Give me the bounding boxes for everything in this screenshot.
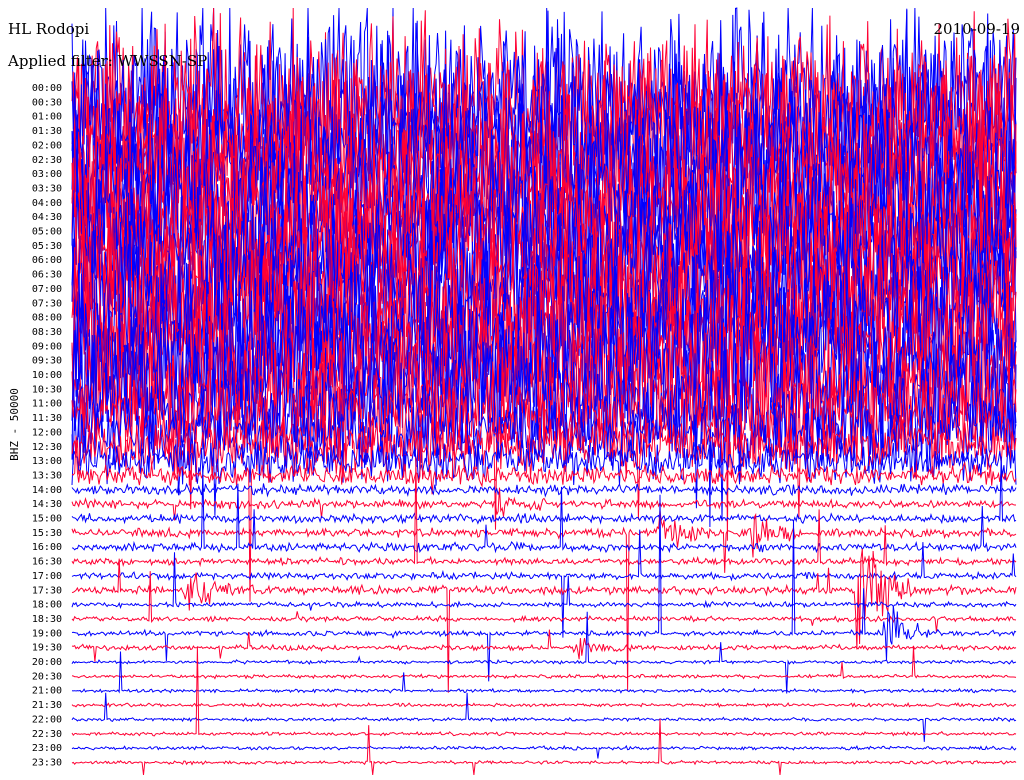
time-tick-labels: 00:00 00:30 01:00 01:30 02:00 02:30 03:00 03:30… [32,83,62,768]
time-tick-label: 18:30 [32,614,62,625]
time-tick-label: 08:30 [32,327,62,338]
time-tick-label: 00:30 [32,97,62,108]
time-tick-label: 22:30 [32,729,62,740]
time-tick-label: 18:00 [32,600,62,611]
time-tick-label: 23:30 [32,757,62,768]
time-tick-label: 10:30 [32,384,62,395]
time-tick-label: 20:30 [32,671,62,682]
date-label: 2010-09-19 [933,20,1020,38]
time-tick-label: 08:00 [32,313,62,324]
time-tick-label: 02:30 [32,155,62,166]
time-tick-label: 03:00 [32,169,62,180]
time-tick-label: 07:30 [32,298,62,309]
trace-row [71,611,1017,694]
time-tick-label: 14:00 [32,485,62,496]
time-tick-label: 09:00 [32,341,62,352]
trace-row [71,646,1017,737]
time-tick-label: 21:30 [32,700,62,711]
time-tick-label: 00:00 [32,83,62,94]
time-tick-label: 13:00 [32,456,62,467]
time-tick-label: 20:00 [32,657,62,668]
time-tick-label: 16:30 [32,557,62,568]
seismic-traces [71,7,1017,776]
time-tick-label: 15:00 [32,514,62,525]
time-tick-label: 23:00 [32,743,62,754]
filter-subtitle: Applied filter: WWSSN-SP [8,52,208,70]
time-tick-label: 11:30 [32,413,62,424]
time-tick-label: 17:00 [32,571,62,582]
time-tick-label: 22:00 [32,714,62,725]
time-tick-label: 17:30 [32,585,62,596]
time-tick-label: 13:30 [32,470,62,481]
time-tick-label: 06:00 [32,255,62,266]
time-tick-label: 05:30 [32,241,62,252]
time-tick-label: 14:30 [32,499,62,510]
trace-row [71,494,1017,682]
time-tick-label: 04:00 [32,198,62,209]
trace-row [71,701,1017,709]
station-title: HL Rodopi [8,20,90,38]
time-tick-label: 15:30 [32,528,62,539]
time-tick-label: 19:00 [32,628,62,639]
time-tick-label: 11:00 [32,399,62,410]
time-tick-label: 10:00 [32,370,62,381]
trace-row [71,651,1017,694]
time-tick-label: 06:30 [32,270,62,281]
y-axis-label: BHZ - 50000 [7,388,21,461]
time-tick-label: 09:30 [32,356,62,367]
time-tick-label: 19:30 [32,643,62,654]
time-tick-label: 12:00 [32,427,62,438]
time-tick-label: 12:30 [32,442,62,453]
time-tick-label: 02:00 [32,140,62,151]
trace-row [71,510,1017,691]
time-tick-label: 16:00 [32,542,62,553]
time-tick-label: 03:30 [32,183,62,194]
helicorder-plot: 00:00 00:30 01:00 01:30 02:00 02:30 03:00 03:30… [32,7,1017,776]
trace-row [71,744,1017,759]
time-tick-label: 01:00 [32,112,62,123]
trace-row [71,482,1017,498]
time-tick-label: 01:30 [32,126,62,137]
time-tick-label: 21:00 [32,686,62,697]
time-tick-label: 04:30 [32,212,62,223]
time-tick-label: 07:00 [32,284,62,295]
time-tick-label: 05:00 [32,227,62,238]
